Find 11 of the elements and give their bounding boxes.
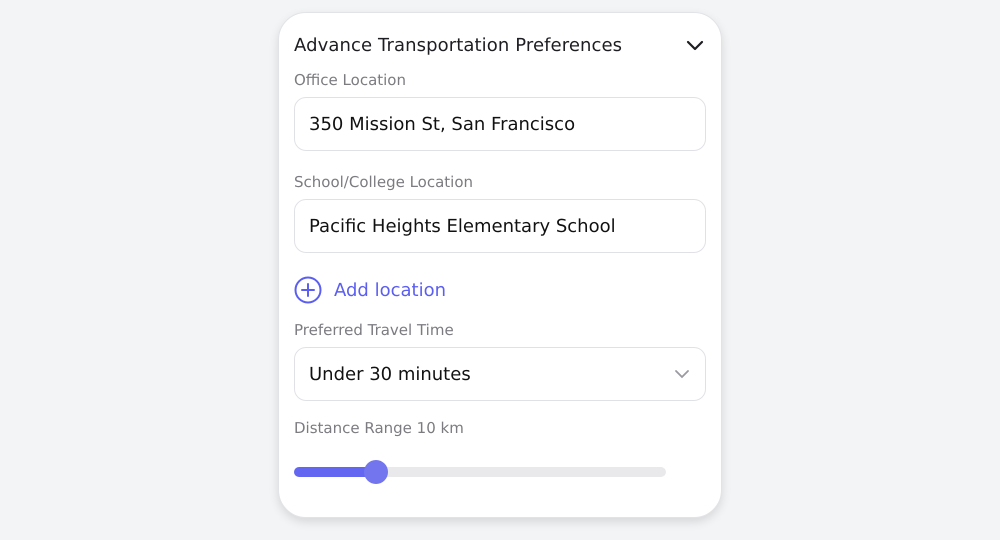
slider-thumb[interactable] xyxy=(364,460,388,484)
add-location-button[interactable]: Add location xyxy=(294,275,446,305)
input-field[interactable]: Pacific Heights Elementary School xyxy=(294,199,706,253)
field-label: School/College Location xyxy=(294,173,474,191)
field-label: Distance Range 10 km xyxy=(294,419,465,437)
input-field[interactable]: 350 Mission St, San Francisco xyxy=(294,97,706,151)
field-label: Office Location xyxy=(294,71,407,89)
plus-circle-icon xyxy=(294,276,322,304)
field-label: Preferred Travel Time xyxy=(294,321,455,339)
travel-time-select[interactable]: Under 30 minutes xyxy=(294,347,706,401)
panel-title: Advance Transportation Preferences xyxy=(294,34,622,56)
